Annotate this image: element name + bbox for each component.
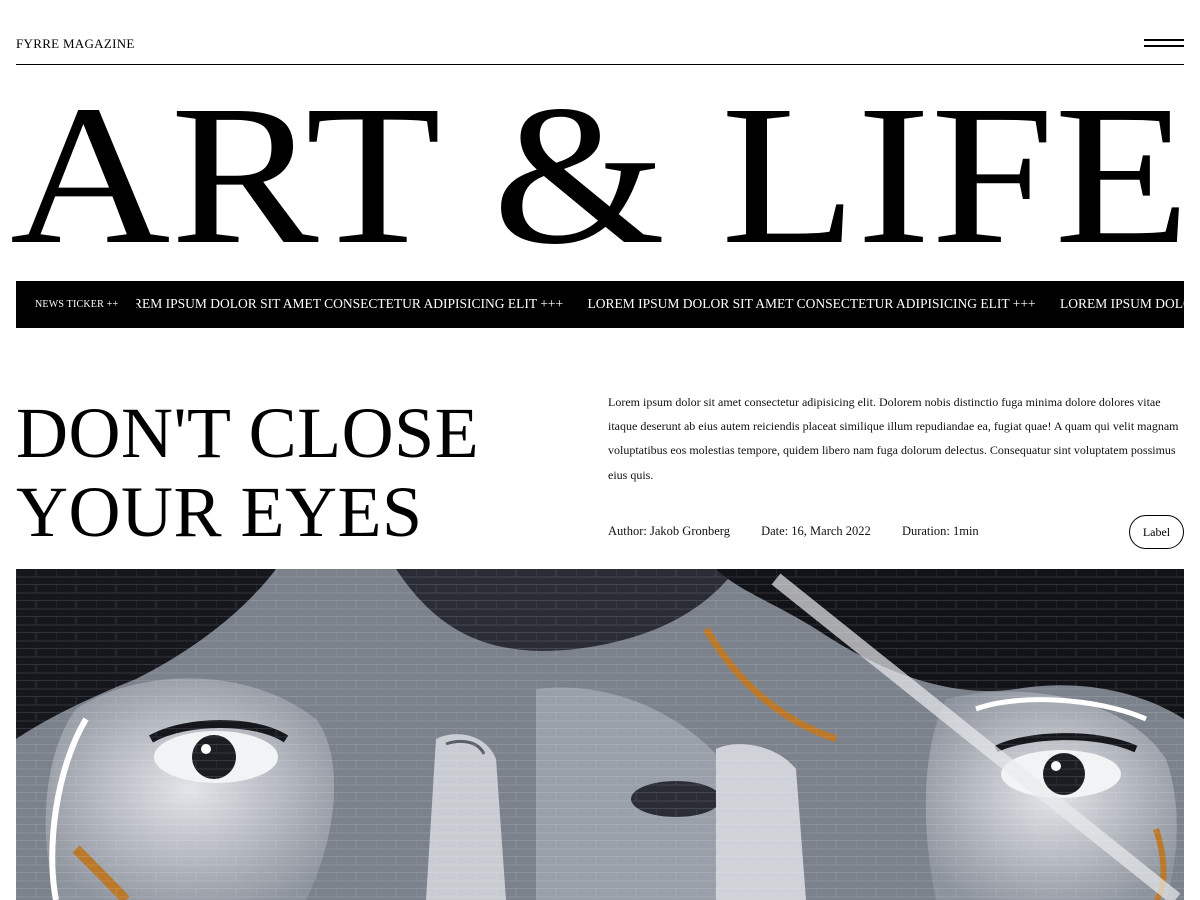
article-headline: DON'T CLOSE YOUR EYES xyxy=(16,394,576,552)
article-duration: Duration: 1min xyxy=(901,524,979,538)
masthead-svg: ART & LIFE xyxy=(10,72,1190,267)
ticker-item[interactable]: LOREM IPSUM DOLOR SIT AMET CONSECTETUR A… xyxy=(588,296,1036,312)
ticker-items: REM IPSUM DOLOR SIT AMET CONSECTETUR ADI… xyxy=(136,296,1184,312)
brand-logo[interactable]: FYRRE MAGAZINE xyxy=(16,36,135,52)
masthead-text: ART & LIFE xyxy=(10,72,1190,267)
ticker-item[interactable]: REM IPSUM DOLOR SIT AMET CONSECTETUR ADI… xyxy=(136,296,563,312)
article-author: Author: Jakob Gronberg xyxy=(608,524,730,538)
ticker-item[interactable]: LOREM IPSUM DOLOR SIT AMET CONSECTETUR A… xyxy=(1060,296,1184,312)
news-ticker: NEWS TICKER ++ REM IPSUM DOLOR SIT AMET … xyxy=(16,281,1184,328)
headline-line-1: DON'T CLOSE xyxy=(16,393,480,473)
article-meta: Author: Jakob Gronberg Date: 16, March 2… xyxy=(608,524,1007,539)
ticker-label: NEWS TICKER ++ xyxy=(35,299,119,310)
article-lead: Lorem ipsum dolor sit amet consectetur a… xyxy=(608,395,1179,482)
ticker-track: REM IPSUM DOLOR SIT AMET CONSECTETUR ADI… xyxy=(136,281,1184,328)
masthead-title: ART & LIFE xyxy=(10,72,1190,267)
headline-line-2: YOUR EYES xyxy=(16,472,423,552)
hamburger-menu-icon[interactable] xyxy=(1144,39,1184,51)
category-label-button[interactable]: Label xyxy=(1129,515,1184,549)
site-header: FYRRE MAGAZINE xyxy=(16,0,1184,65)
menu-line-bottom xyxy=(1144,45,1184,47)
article-date: Date: 16, March 2022 xyxy=(761,524,871,538)
hero-illustration xyxy=(16,569,1184,900)
menu-line-top xyxy=(1144,39,1184,41)
street-art-mural-faces-image xyxy=(16,569,1184,900)
